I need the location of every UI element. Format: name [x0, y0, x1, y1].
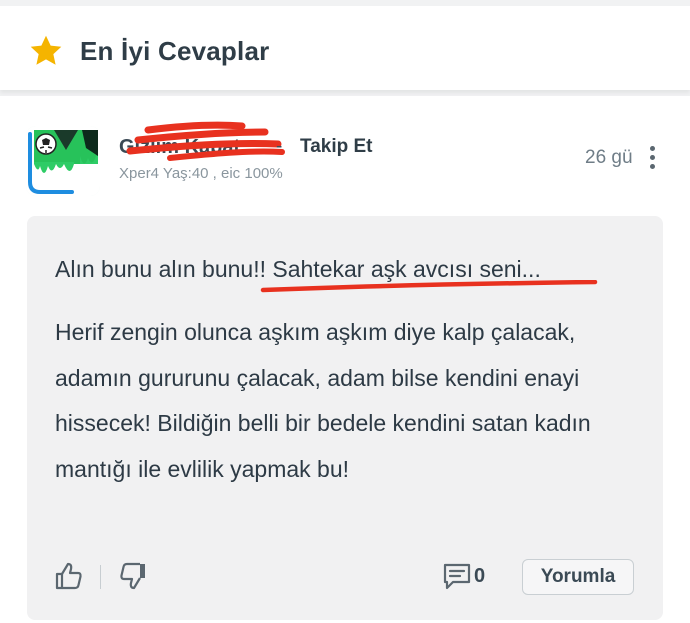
avatar[interactable] [26, 126, 100, 196]
redaction-scribble [126, 121, 285, 161]
section-title: En İyi Cevaplar [80, 36, 270, 66]
section-header: En İyi Cevaplar [0, 6, 690, 90]
thumbs-up-icon[interactable] [53, 560, 85, 592]
star-icon [30, 35, 62, 65]
vote-separator [100, 565, 101, 589]
reply-button[interactable]: Yorumla [522, 559, 634, 595]
comment-count: 0 [474, 565, 486, 587]
answer-card: Gizlim Kapat - Takip Et Xper4 Yaş:40 , e… [0, 96, 690, 623]
thumbs-down-icon[interactable] [117, 560, 149, 592]
author-meta: Xper4 Yaş:40 , eic 100% [119, 165, 283, 182]
follow-button[interactable]: Takip Et [300, 136, 373, 158]
name-separator: - [276, 136, 283, 157]
comment-icon[interactable] [442, 562, 472, 590]
red-underline-mark [260, 280, 598, 293]
answer-title: Alın bunu alın bunu!! Sahtekar aşk avcıs… [55, 256, 541, 282]
more-options-icon[interactable] [644, 146, 660, 172]
answer-time: 26 gü [585, 147, 633, 168]
answer-body: Herif zengin olunca aşkım aşkım diye kal… [55, 319, 591, 482]
answer-bubble: Alın bunu alın bunu!! Sahtekar aşk avcıs… [27, 216, 663, 620]
